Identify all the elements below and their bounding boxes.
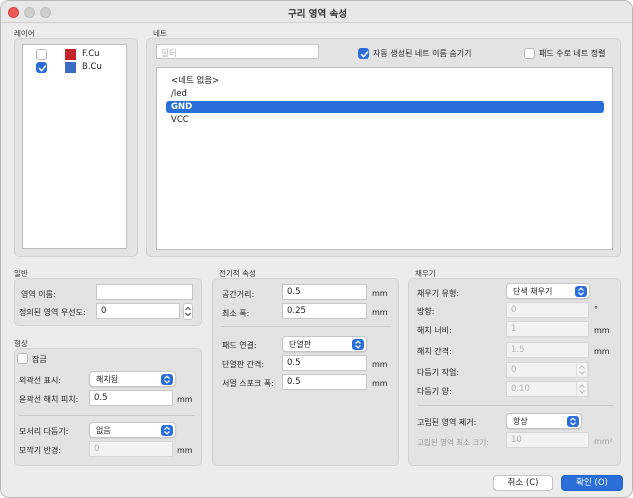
priority-stepper[interactable] (183, 303, 193, 320)
outline-display-select[interactable]: 해치됨 (89, 371, 176, 387)
net-list-item[interactable]: /led (171, 88, 187, 100)
fill-type-label: 채우기 유형: (417, 289, 460, 298)
smoothing-effort-stepper[interactable] (576, 362, 588, 378)
checkmark-icon (38, 65, 47, 72)
layer-fcu-color-swatch (65, 49, 76, 60)
orientation-input[interactable]: 0 (506, 302, 589, 318)
hatch-width-unit: mm (594, 326, 610, 335)
spoke-width-label: 서멀 스포크 폭: (222, 379, 274, 388)
window-title: 구리 영역 속성 (287, 9, 348, 20)
corner-radius-unit: mm (177, 446, 193, 455)
remove-islands-select[interactable]: 항상 (506, 413, 582, 429)
net-list[interactable]: <네트 없음> /led GND VCC (156, 67, 613, 250)
sort-by-pads-checkbox[interactable] (524, 48, 535, 59)
min-width-label: 최소 폭: (222, 309, 250, 318)
orientation-label: 방향: (417, 307, 435, 316)
priority-label: 정의된 영역 우선도: (19, 308, 86, 317)
stepper-arrows-icon (579, 384, 585, 394)
layer-fcu-checkbox[interactable] (36, 49, 47, 60)
hatch-gap-input[interactable]: 1.5 (506, 342, 589, 358)
corner-smoothing-value: 없음 (96, 426, 111, 435)
smoothing-amount-label: 다듬기 양: (417, 387, 452, 396)
spoke-width-input[interactable]: 0.5 (282, 374, 367, 390)
orientation-unit: ° (594, 305, 598, 314)
shape-divider (19, 415, 195, 416)
net-list-item-selected[interactable]: GND (166, 101, 604, 113)
outline-hatch-pitch-input[interactable]: 0.5 (89, 390, 173, 406)
hatch-width-label: 해치 너비: (417, 326, 452, 335)
hatch-gap-unit: mm (594, 347, 610, 356)
remove-islands-value: 항상 (513, 417, 528, 426)
checkmark-icon (360, 51, 369, 58)
zone-name-label: 영역 이름: (21, 290, 56, 299)
popup-chevrons-icon (161, 425, 173, 436)
layer-bcu-color-swatch (65, 62, 76, 73)
clearance-input[interactable]: 0.5 (282, 284, 367, 300)
corner-smoothing-select[interactable]: 없음 (89, 422, 176, 438)
net-list-item[interactable]: VCC (171, 114, 189, 126)
smoothing-effort-label: 다듬기 작업: (417, 368, 460, 377)
smoothing-amount-stepper[interactable] (576, 381, 588, 397)
dialog-window: 구리 영역 속성 레이어 F.Cu B.Cu 네트 필터 자동 생성된 네트 이… (0, 0, 633, 498)
hide-auto-names-label: 자동 생성된 네트 이름 숨기기 (373, 49, 472, 58)
min-island-size-label: 고립된 영역 최소 크기: (417, 438, 489, 447)
outline-hatch-pitch-label: 윤곽선 해치 피치: (19, 395, 79, 404)
title-bar: 구리 영역 속성 (1, 1, 632, 23)
corner-radius-input[interactable]: 0 (89, 441, 173, 457)
outline-display-label: 외곽선 표시: (19, 376, 62, 385)
spoke-width-unit: mm (372, 379, 388, 388)
popup-chevrons-icon (352, 339, 364, 350)
stepper-arrows-icon (579, 365, 585, 375)
pad-connection-select[interactable]: 단열판 (282, 336, 367, 352)
min-width-unit: mm (372, 308, 388, 317)
outline-display-value: 해치됨 (96, 375, 119, 384)
fill-type-select[interactable]: 단색 채우기 (506, 283, 590, 299)
thermal-gap-input[interactable]: 0.5 (282, 355, 367, 371)
min-width-input[interactable]: 0.25 (282, 303, 367, 319)
sort-by-pads-label: 패드 수로 네트 정렬 (539, 49, 606, 58)
popup-chevrons-icon (575, 286, 587, 297)
fill-divider (417, 405, 613, 406)
hatch-gap-label: 해치 간격: (417, 347, 452, 356)
fill-type-value: 단색 채우기 (513, 287, 553, 296)
ok-button[interactable]: 확인 (O) (561, 475, 623, 491)
clearance-label: 공간거리: (222, 290, 255, 299)
min-island-size-input[interactable]: 10 (506, 432, 589, 448)
net-list-item[interactable]: <네트 없음> (171, 75, 219, 87)
layer-bcu-checkbox[interactable] (36, 62, 47, 73)
hide-auto-names-checkbox[interactable] (358, 48, 369, 59)
layer-fcu-label: F.Cu (82, 49, 100, 59)
corner-radius-label: 모깍기 반경: (19, 446, 62, 455)
clearance-unit: mm (372, 289, 388, 298)
popup-chevrons-icon (567, 416, 579, 427)
layer-bcu-label: B.Cu (82, 62, 102, 72)
stepper-arrows-icon (185, 306, 191, 317)
net-filter-input[interactable]: 필터 (156, 44, 319, 59)
priority-input[interactable]: 0 (96, 303, 180, 319)
pad-connection-value: 단열판 (289, 340, 312, 349)
thermal-gap-label: 단열판 간격: (222, 360, 265, 369)
popup-chevrons-icon (161, 374, 173, 385)
corner-smoothing-label: 모서리 다듬기: (19, 427, 69, 436)
electrical-divider (221, 326, 391, 327)
cancel-button[interactable]: 취소 (C) (493, 475, 553, 491)
remove-islands-label: 고립된 영역 제거: (417, 418, 477, 427)
layer-list[interactable]: F.Cu B.Cu (22, 44, 127, 249)
locked-checkbox[interactable] (17, 353, 28, 364)
zone-name-input[interactable] (96, 284, 193, 300)
min-island-size-unit: mm² (594, 437, 613, 446)
pad-connection-label: 패드 연결: (222, 341, 257, 350)
thermal-gap-unit: mm (372, 360, 388, 369)
outline-hatch-pitch-unit: mm (177, 395, 193, 404)
hatch-width-input[interactable]: 1 (506, 321, 589, 337)
locked-label: 잠금 (32, 355, 47, 364)
